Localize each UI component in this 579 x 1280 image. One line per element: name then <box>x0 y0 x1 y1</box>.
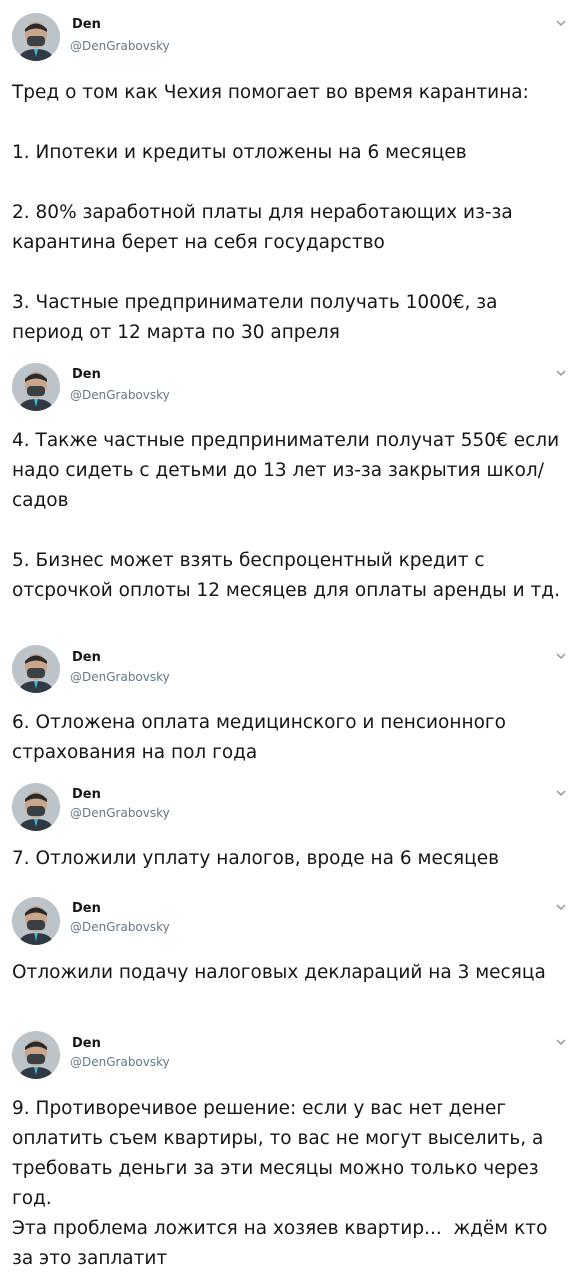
avatar[interactable] <box>12 13 60 61</box>
chevron-down-icon[interactable] <box>555 1036 567 1048</box>
avatar[interactable] <box>12 363 60 411</box>
chevron-down-icon[interactable] <box>555 650 567 662</box>
author-handle[interactable]: @DenGrabovsky <box>70 670 170 684</box>
author-handle[interactable]: @DenGrabovsky <box>70 388 170 402</box>
avatar[interactable] <box>12 1031 60 1079</box>
tweet: Den @DenGrabovsky Отложили подачу налого… <box>0 892 579 1022</box>
avatar[interactable] <box>12 783 60 831</box>
avatar[interactable] <box>12 645 60 693</box>
avatar-photo <box>12 645 60 693</box>
tweet: Den @DenGrabovsky 9. Противоречивое реше… <box>0 1026 579 1280</box>
author-handle[interactable]: @DenGrabovsky <box>70 39 170 53</box>
chevron-down-icon[interactable] <box>555 787 567 799</box>
author-name[interactable]: Den <box>72 17 101 32</box>
author-name[interactable]: Den <box>72 367 101 382</box>
author-name[interactable]: Den <box>72 787 101 802</box>
tweet: Den @DenGrabovsky 4. Также частные предп… <box>0 358 579 636</box>
author-handle[interactable]: @DenGrabovsky <box>70 1055 170 1069</box>
avatar-photo <box>12 13 60 61</box>
tweet: Den @DenGrabovsky Тред о том как Чехия п… <box>0 0 579 356</box>
tweet-text: 6. Отложена оплата медицинского и пенсио… <box>12 712 512 763</box>
tweet-text: 4. Также частные предприниматели получат… <box>12 430 560 601</box>
avatar-photo <box>12 1031 60 1079</box>
author-name[interactable]: Den <box>72 650 101 665</box>
author-handle[interactable]: @DenGrabovsky <box>70 920 170 934</box>
tweet: Den @DenGrabovsky 6. Отложена оплата мед… <box>0 640 579 775</box>
tweet: Den @DenGrabovsky 7. Отложили уплату нал… <box>0 778 579 886</box>
author-name[interactable]: Den <box>72 1036 101 1051</box>
chevron-down-icon[interactable] <box>555 901 567 913</box>
author-handle[interactable]: @DenGrabovsky <box>70 806 170 820</box>
author-name[interactable]: Den <box>72 901 101 916</box>
chevron-down-icon[interactable] <box>555 17 567 29</box>
avatar-photo <box>12 897 60 945</box>
avatar-photo <box>12 363 60 411</box>
tweet-text: 9. Противоречивое решение: если у вас не… <box>12 1098 548 1269</box>
tweet-text: Отложили подачу налоговых деклараций на … <box>12 962 546 983</box>
avatar-photo <box>12 783 60 831</box>
chevron-down-icon[interactable] <box>555 367 567 379</box>
avatar[interactable] <box>12 897 60 945</box>
tweet-text: 7. Отложили уплату налогов, вроде на 6 м… <box>12 848 500 869</box>
tweet-text: Тред о том как Чехия помогает во время к… <box>12 82 529 343</box>
